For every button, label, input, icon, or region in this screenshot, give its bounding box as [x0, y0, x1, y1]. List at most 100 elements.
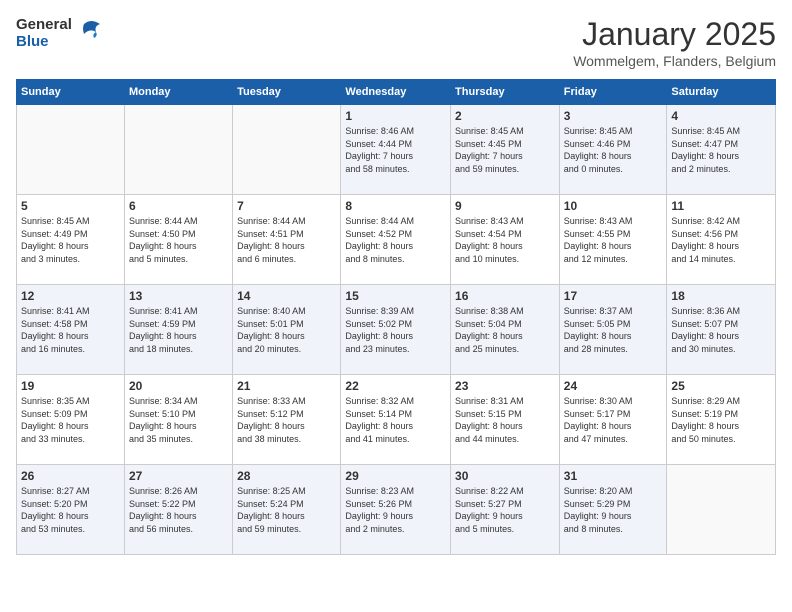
col-tuesday: Tuesday [233, 80, 341, 105]
calendar-day-cell [667, 465, 776, 555]
day-info: Sunrise: 8:41 AM Sunset: 4:59 PM Dayligh… [129, 305, 228, 355]
calendar-day-cell: 9 Sunrise: 8:43 AM Sunset: 4:54 PM Daylig… [451, 195, 560, 285]
logo-general: General [16, 17, 72, 34]
month-title: January 2025 [573, 16, 776, 53]
calendar-day-cell: 29 Sunrise: 8:23 AM Sunset: 5:26 PM Dayli… [341, 465, 451, 555]
calendar-day-cell: 23 Sunrise: 8:31 AM Sunset: 5:15 PM Dayli… [451, 375, 560, 465]
calendar-day-cell: 13 Sunrise: 8:41 AM Sunset: 4:59 PM Dayli… [124, 285, 232, 375]
calendar-day-cell: 2 Sunrise: 8:45 AM Sunset: 4:45 PM Daylig… [451, 105, 560, 195]
calendar-day-cell: 8Sunrise: 8:44 AM Sunset: 4:52 PM Daylig… [341, 195, 451, 285]
day-number: 17 [564, 289, 663, 303]
day-info: Sunrise: 8:33 AM Sunset: 5:12 PM Dayligh… [237, 395, 336, 445]
day-number: 28 [237, 469, 336, 483]
day-info: Sunrise: 8:30 AM Sunset: 5:17 PM Dayligh… [564, 395, 663, 445]
day-info: Sunrise: 8:37 AM Sunset: 5:05 PM Dayligh… [564, 305, 663, 355]
day-number: 24 [564, 379, 663, 393]
day-number: 10 [564, 199, 663, 213]
day-number: 19 [21, 379, 120, 393]
day-info: Sunrise: 8:31 AM Sunset: 5:15 PM Dayligh… [455, 395, 555, 445]
day-number: 2 [455, 109, 555, 123]
day-number: 16 [455, 289, 555, 303]
day-number: 6 [129, 199, 228, 213]
calendar-table: Sunday Monday Tuesday Wednesday Thursday… [16, 79, 776, 555]
day-info: Sunrise: 8:22 AM Sunset: 5:27 PM Dayligh… [455, 485, 555, 535]
day-number: 29 [345, 469, 446, 483]
day-info: Sunrise: 8:26 AM Sunset: 5:22 PM Dayligh… [129, 485, 228, 535]
calendar-day-cell: 7Sunrise: 8:44 AM Sunset: 4:51 PM Daylig… [233, 195, 341, 285]
title-section: January 2025 Wommelgem, Flanders, Belgiu… [573, 16, 776, 69]
calendar-week-row: 26Sunrise: 8:27 AM Sunset: 5:20 PM Dayli… [17, 465, 776, 555]
day-info: Sunrise: 8:43 AM Sunset: 4:54 PM Dayligh… [455, 215, 555, 265]
day-info: Sunrise: 8:39 AM Sunset: 5:02 PM Dayligh… [345, 305, 446, 355]
day-info: Sunrise: 8:45 AM Sunset: 4:46 PM Dayligh… [564, 125, 663, 175]
calendar-day-cell: 12Sunrise: 8:41 AM Sunset: 4:58 PM Dayli… [17, 285, 125, 375]
day-number: 26 [21, 469, 120, 483]
col-saturday: Saturday [667, 80, 776, 105]
logo-bird-icon [76, 16, 106, 51]
day-info: Sunrise: 8:44 AM Sunset: 4:50 PM Dayligh… [129, 215, 228, 265]
day-number: 21 [237, 379, 336, 393]
logo: General Blue [16, 16, 106, 51]
logo-blue: Blue [16, 34, 72, 51]
calendar-day-cell: 19Sunrise: 8:35 AM Sunset: 5:09 PM Dayli… [17, 375, 125, 465]
calendar-day-cell: 5Sunrise: 8:45 AM Sunset: 4:49 PM Daylig… [17, 195, 125, 285]
calendar-day-cell: 24 Sunrise: 8:30 AM Sunset: 5:17 PM Dayli… [559, 375, 667, 465]
calendar-day-cell: 15Sunrise: 8:39 AM Sunset: 5:02 PM Dayli… [341, 285, 451, 375]
logo-text: General Blue [16, 17, 72, 50]
day-number: 18 [671, 289, 771, 303]
day-info: Sunrise: 8:32 AM Sunset: 5:14 PM Dayligh… [345, 395, 446, 445]
day-info: Sunrise: 8:36 AM Sunset: 5:07 PM Dayligh… [671, 305, 771, 355]
day-info: Sunrise: 8:45 AM Sunset: 4:45 PM Dayligh… [455, 125, 555, 175]
day-info: Sunrise: 8:45 AM Sunset: 4:49 PM Dayligh… [21, 215, 120, 265]
day-number: 20 [129, 379, 228, 393]
col-friday: Friday [559, 80, 667, 105]
calendar-week-row: 19Sunrise: 8:35 AM Sunset: 5:09 PM Dayli… [17, 375, 776, 465]
day-info: Sunrise: 8:23 AM Sunset: 5:26 PM Dayligh… [345, 485, 446, 535]
day-info: Sunrise: 8:25 AM Sunset: 5:24 PM Dayligh… [237, 485, 336, 535]
day-number: 7 [237, 199, 336, 213]
day-number: 13 [129, 289, 228, 303]
day-number: 8 [345, 199, 446, 213]
day-number: 27 [129, 469, 228, 483]
day-info: Sunrise: 8:45 AM Sunset: 4:47 PM Dayligh… [671, 125, 771, 175]
calendar-day-cell [124, 105, 232, 195]
day-info: Sunrise: 8:43 AM Sunset: 4:55 PM Dayligh… [564, 215, 663, 265]
calendar-day-cell: 17 Sunrise: 8:37 AM Sunset: 5:05 PM Dayli… [559, 285, 667, 375]
day-number: 14 [237, 289, 336, 303]
calendar-day-cell [233, 105, 341, 195]
day-number: 1 [345, 109, 446, 123]
calendar-day-cell: 22Sunrise: 8:32 AM Sunset: 5:14 PM Dayli… [341, 375, 451, 465]
calendar-week-row: 12Sunrise: 8:41 AM Sunset: 4:58 PM Dayli… [17, 285, 776, 375]
calendar-day-cell: 10 Sunrise: 8:43 AM Sunset: 4:55 PM Dayli… [559, 195, 667, 285]
calendar-week-row: 1 Sunrise: 8:46 AM Sunset: 4:44 PM Daylig… [17, 105, 776, 195]
calendar-day-cell: 25 Sunrise: 8:29 AM Sunset: 5:19 PM Dayli… [667, 375, 776, 465]
day-number: 12 [21, 289, 120, 303]
calendar-day-cell: 31 Sunrise: 8:20 AM Sunset: 5:29 PM Dayli… [559, 465, 667, 555]
calendar-week-row: 5Sunrise: 8:45 AM Sunset: 4:49 PM Daylig… [17, 195, 776, 285]
day-number: 31 [564, 469, 663, 483]
calendar-day-cell: 30 Sunrise: 8:22 AM Sunset: 5:27 PM Dayli… [451, 465, 560, 555]
calendar-day-cell: 27 Sunrise: 8:26 AM Sunset: 5:22 PM Dayli… [124, 465, 232, 555]
day-number: 23 [455, 379, 555, 393]
day-number: 3 [564, 109, 663, 123]
col-thursday: Thursday [451, 80, 560, 105]
day-number: 25 [671, 379, 771, 393]
calendar-day-cell: 18 Sunrise: 8:36 AM Sunset: 5:07 PM Dayli… [667, 285, 776, 375]
day-info: Sunrise: 8:46 AM Sunset: 4:44 PM Dayligh… [345, 125, 446, 175]
day-number: 9 [455, 199, 555, 213]
calendar-day-cell: 3 Sunrise: 8:45 AM Sunset: 4:46 PM Daylig… [559, 105, 667, 195]
calendar-day-cell: 1 Sunrise: 8:46 AM Sunset: 4:44 PM Daylig… [341, 105, 451, 195]
calendar-day-cell: 28 Sunrise: 8:25 AM Sunset: 5:24 PM Dayli… [233, 465, 341, 555]
header: General Blue January 2025 Wommelgem, Fla… [16, 16, 776, 69]
day-info: Sunrise: 8:42 AM Sunset: 4:56 PM Dayligh… [671, 215, 771, 265]
day-info: Sunrise: 8:38 AM Sunset: 5:04 PM Dayligh… [455, 305, 555, 355]
day-info: Sunrise: 8:29 AM Sunset: 5:19 PM Dayligh… [671, 395, 771, 445]
calendar-day-cell: 6 Sunrise: 8:44 AM Sunset: 4:50 PM Daylig… [124, 195, 232, 285]
calendar-day-cell: 14Sunrise: 8:40 AM Sunset: 5:01 PM Dayli… [233, 285, 341, 375]
day-info: Sunrise: 8:20 AM Sunset: 5:29 PM Dayligh… [564, 485, 663, 535]
col-wednesday: Wednesday [341, 80, 451, 105]
day-number: 30 [455, 469, 555, 483]
location: Wommelgem, Flanders, Belgium [573, 53, 776, 69]
page-container: General Blue January 2025 Wommelgem, Fla… [0, 0, 792, 612]
col-sunday: Sunday [17, 80, 125, 105]
